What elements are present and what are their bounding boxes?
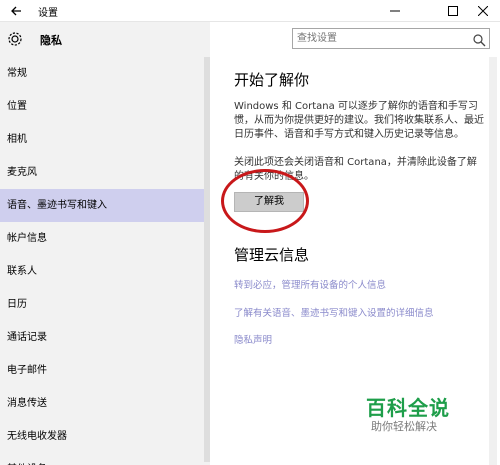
close-button[interactable] <box>468 0 498 22</box>
minimize-button[interactable] <box>380 0 410 22</box>
link-privacy-statement[interactable]: 隐私声明 <box>234 332 272 346</box>
link-speech-settings-details[interactable]: 了解有关语音、墨迹书写和键入设置的详细信息 <box>234 305 434 319</box>
back-arrow-icon[interactable] <box>8 2 26 20</box>
sidebar-item-camera[interactable]: 相机 <box>0 123 210 156</box>
maximize-button[interactable] <box>438 0 468 22</box>
main-scrollbar[interactable] <box>489 57 497 465</box>
description-text: Windows 和 Cortana 可以逐步了解你的语音和手写习惯，从而为你提供… <box>234 101 484 140</box>
app-title: 设置 <box>38 8 58 19</box>
sidebar-header: 隐私 <box>0 22 210 57</box>
watermark-slogan: 助你轻松解决 <box>371 420 437 433</box>
heading-manage-cloud-info: 管理云信息 <box>234 246 310 264</box>
sidebar-item-contacts[interactable]: 联系人 <box>0 255 210 288</box>
link-bing-personal-info[interactable]: 转到必应，管理所有设备的个人信息 <box>234 277 386 291</box>
sidebar-item-calendar[interactable]: 日历 <box>0 288 210 321</box>
sidebar-item-other-devices[interactable]: 其他设备 <box>0 453 210 465</box>
gear-icon <box>6 30 24 48</box>
sidebar-item-email[interactable]: 电子邮件 <box>0 354 210 387</box>
sidebar-item-messaging[interactable]: 消息传送 <box>0 387 210 420</box>
sidebar-item-microphone[interactable]: 麦克风 <box>0 156 210 189</box>
main-content: 开始了解你 Windows 和 Cortana 可以逐步了解你的语音和手写习惯，… <box>210 57 500 465</box>
sidebar-item-speech-inking-typing[interactable]: 语音、墨迹书写和键入 <box>0 189 210 222</box>
search-box[interactable] <box>292 28 490 49</box>
sidebar-item-radios[interactable]: 无线电收发器 <box>0 420 210 453</box>
title-bar: 设置 <box>0 0 500 22</box>
sidebar-item-account-info[interactable]: 帐户信息 <box>0 222 210 255</box>
sidebar-item-general[interactable]: 常规 <box>0 57 210 90</box>
watermark-brand: 百科全说 <box>366 396 450 420</box>
heading-get-to-know-you: 开始了解你 <box>234 71 310 89</box>
sidebar: 隐私 常规 位置 相机 麦克风 语音、墨迹书写和键入 帐户信息 联系人 日历 通… <box>0 22 210 465</box>
sidebar-item-location[interactable]: 位置 <box>0 90 210 123</box>
section-title: 隐私 <box>40 34 62 47</box>
sidebar-nav: 常规 位置 相机 麦克风 语音、墨迹书写和键入 帐户信息 联系人 日历 通话记录… <box>0 57 210 465</box>
highlight-circle <box>221 169 309 233</box>
search-input[interactable] <box>297 31 467 46</box>
sidebar-item-call-history[interactable]: 通话记录 <box>0 321 210 354</box>
search-icon[interactable] <box>472 32 486 47</box>
